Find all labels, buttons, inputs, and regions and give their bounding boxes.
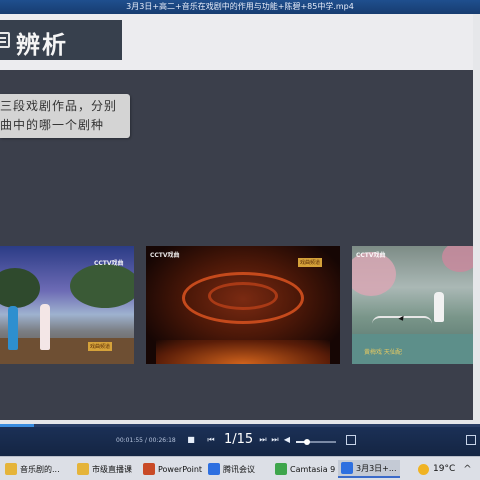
slide-area: 辨析 三段戏剧作品，分别 曲中的哪一个剧种 CCTV戏曲 戏曲频道 CCTV戏曲… [0,14,480,424]
taskbar-item-label: 腾讯会议 [223,464,255,474]
video-player-icon [341,462,353,474]
volume-slider[interactable] [296,439,336,445]
time-readout: 00:01:55 / 00:26:18 [116,437,176,444]
fullscreen-icon[interactable] [466,435,476,445]
video-clip-2[interactable]: CCTV戏曲 戏曲频道 [146,246,340,364]
tencent-meeting-icon [208,463,220,475]
slide: 辨析 三段戏剧作品，分别 曲中的哪一个剧种 CCTV戏曲 戏曲频道 CCTV戏曲… [0,14,473,420]
taskbar: 音乐剧的... 市级直播课 PowerPoint 腾讯会议 Camtasia 9… [0,456,480,480]
slide-header: 辨析 [0,14,473,70]
next-icon[interactable]: ⏭ [258,435,268,445]
taskbar-item-label: Camtasia 9 [290,464,336,474]
channel-logo: CCTV戏曲 [150,252,180,259]
prev-icon[interactable]: ⏮ [206,435,216,445]
taskbar-item-label: PowerPoint [158,464,203,474]
performer-2 [40,304,50,350]
volume-knob[interactable] [304,439,310,445]
performer-1 [8,306,18,350]
taskbar-item-label: 3月3日+... [356,463,397,473]
question-line-2: 曲中的哪一个剧种 [0,118,105,132]
header-box: 辨析 [0,20,122,60]
system-tray: 19°C ^ [418,460,472,478]
powerpoint-icon [143,463,155,475]
channel-logo: CCTV戏曲 [356,252,386,259]
page-indicator: 1/15 [224,432,254,447]
channel-logo: CCTV戏曲 [94,260,124,267]
channel-badge: 戏曲频道 [88,342,113,351]
question-box: 三段戏剧作品，分别 曲中的哪一个剧种 [0,94,130,138]
clip-caption: 黄梅戏 天仙配 [364,349,402,356]
slide-title: 辨析 [16,31,68,59]
video-clip-1[interactable]: CCTV戏曲 戏曲频道 [0,246,134,364]
taskbar-item-1[interactable]: 音乐剧的... [2,460,63,478]
question-line-1: 三段戏剧作品，分别 [0,99,118,113]
seek-progress [0,424,34,427]
stage-glow [156,340,330,364]
channel-badge: 戏曲频道 [298,258,323,267]
taskbar-item-2[interactable]: 市级直播课 [74,460,135,478]
folder-icon [77,463,89,475]
camtasia-icon [275,463,287,475]
list-icon [0,32,10,48]
taskbar-item-6[interactable]: 3月3日+... [338,460,400,478]
taskbar-item-3[interactable]: PowerPoint [140,460,205,478]
video-clip-3[interactable]: CCTV戏曲 黄梅戏 天仙配 [352,246,473,364]
taskbar-item-5[interactable]: Camtasia 9 [272,460,338,478]
chevron-up-icon[interactable]: ^ [463,464,471,475]
taskbar-item-label: 市级直播课 [92,464,132,474]
player-bar: 00:01:55 / 00:26:18 ■ ⏮ 1/15 ⏭ ⏭ ◀ [0,424,480,456]
seek-bar[interactable] [0,424,480,427]
taskbar-item-4[interactable]: 腾讯会议 [205,460,258,478]
end-icon[interactable]: ⏭ [270,435,280,445]
settings-icon[interactable] [346,435,356,445]
stage-ring-inner [208,282,278,310]
stop-icon[interactable]: ■ [186,435,196,445]
folder-icon [5,463,17,475]
performer-3 [434,292,444,322]
weather-sun-icon [418,463,429,475]
window-title: 3月3日+高二+音乐在戏剧中的作用与功能+陈碧+85中学.mp4 [0,0,480,14]
volume-icon[interactable]: ◀ [282,435,292,445]
taskbar-item-label: 音乐剧的... [20,464,60,474]
stage-floor [0,338,134,364]
weather-temp: 19°C [433,464,456,474]
